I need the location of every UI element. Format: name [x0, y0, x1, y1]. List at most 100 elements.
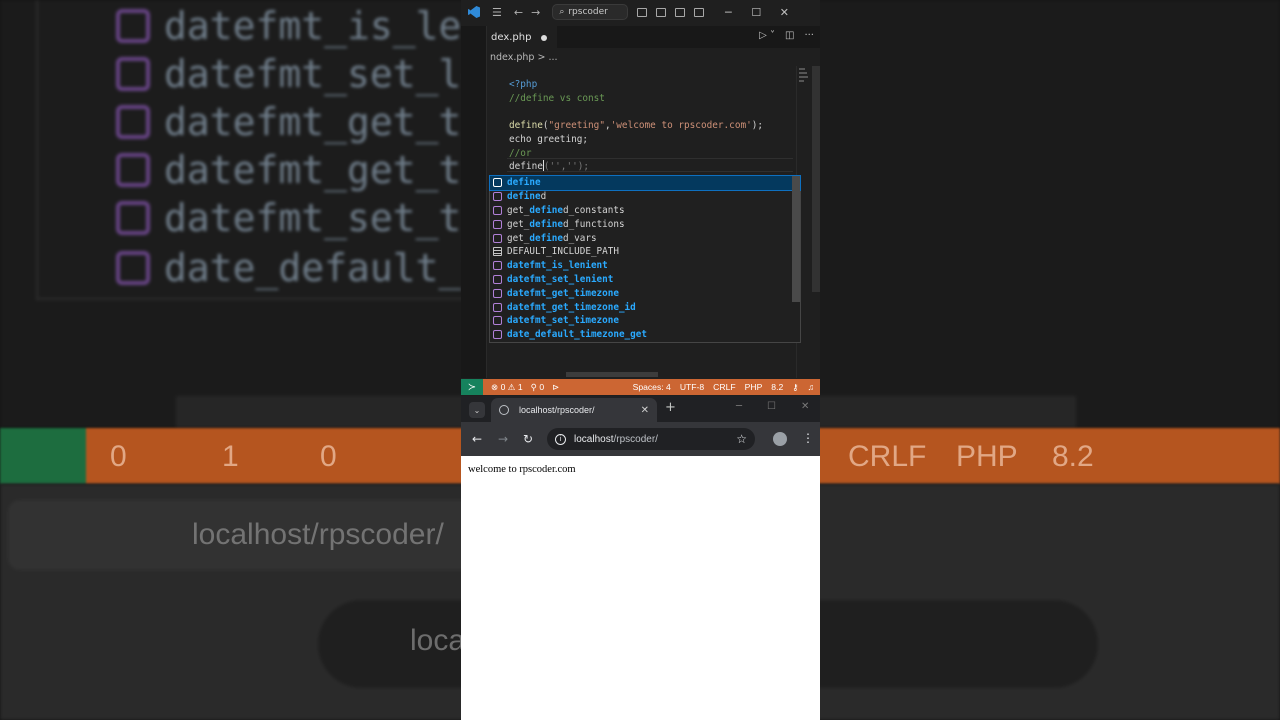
problems-indicator[interactable]: ⊗ 0 ⚠ 1	[491, 382, 523, 393]
url-path: /rpscoder/	[613, 433, 658, 445]
customize-layout-icon[interactable]	[694, 7, 705, 17]
language-status[interactable]: PHP	[745, 382, 763, 393]
suggestion-item[interactable]: DEFAULT_INCLUDE_PATH	[490, 245, 800, 259]
suggestion-item[interactable]: datefmt_set_lenient	[490, 273, 800, 287]
method-icon	[493, 233, 502, 243]
browser-tab[interactable]: localhost/rpscoder/ ✕	[491, 398, 657, 422]
toggle-panel-icon[interactable]	[656, 7, 667, 17]
minimize-icon[interactable]: ─	[714, 6, 742, 19]
comment: //define vs const	[509, 92, 605, 104]
menu-icon[interactable]: ☰	[492, 7, 502, 18]
background-port-count: 0	[320, 440, 337, 473]
suggestion-item[interactable]: date_default_timezone_get	[490, 328, 800, 342]
suggest-scrollbar[interactable]	[792, 176, 800, 302]
background-row: datefmt_is_leni	[116, 2, 507, 50]
back-arrow-icon[interactable]: ←	[514, 7, 523, 18]
code-content[interactable]: <?php //define vs const define("greeting"…	[509, 78, 763, 174]
suggestion-match: datefmt_is_lenient	[507, 260, 608, 272]
chrome-close-icon[interactable]: ✕	[801, 401, 809, 412]
suggestion-item[interactable]: datefmt_get_timezone	[490, 286, 800, 300]
method-icon	[493, 261, 502, 271]
close-icon[interactable]: ✕	[770, 6, 798, 19]
suggestion-match: DEFAULT_INCLUDE_PATH	[507, 246, 619, 258]
suggestion-item[interactable]: datefmt_get_timezone_id	[490, 300, 800, 314]
suggestion-item[interactable]: datefmt_set_timezone	[490, 314, 800, 328]
indentation-status[interactable]: Spaces: 4	[633, 382, 671, 393]
suggestion-post: d_functions	[562, 218, 625, 230]
forward-arrow-icon[interactable]: →	[531, 7, 540, 18]
split-editor-icon[interactable]: ◫	[785, 30, 794, 41]
close-tab-icon[interactable]: ✕	[641, 405, 649, 416]
suggestion-match: define	[507, 177, 541, 189]
background-row: datefmt_get_tim	[116, 98, 507, 146]
typed-text: define	[509, 161, 543, 173]
editor-actions: ▷ ˅ ◫ ···	[759, 30, 814, 41]
debug-icon[interactable]: ⊳	[552, 382, 559, 393]
suggestion-item[interactable]: datefmt_is_lenient	[490, 259, 800, 273]
suggestion-item[interactable]: define	[489, 175, 801, 191]
command-center-search[interactable]: ⌕ rpscoder	[552, 4, 629, 20]
suggestion-match: define	[507, 191, 541, 203]
new-tab-icon[interactable]: +	[665, 400, 676, 415]
method-icon	[493, 178, 502, 188]
method-icon	[116, 201, 150, 235]
bookmark-star-icon[interactable]: ☆	[736, 432, 747, 446]
background-row-text: datefmt_is_leni	[164, 4, 508, 48]
search-icon: ⌕	[559, 7, 565, 17]
tab-search-icon[interactable]: ⌄	[469, 402, 485, 418]
method-icon	[493, 219, 502, 229]
chrome-menu-icon[interactable]: ⋮	[802, 431, 814, 445]
method-icon	[493, 205, 502, 215]
code-line: //define vs const	[509, 92, 763, 106]
key-icon[interactable]: ⚷	[792, 382, 798, 393]
address-bar[interactable]: i localhost/rpscoder/ ☆	[547, 428, 755, 450]
back-icon[interactable]: ←	[472, 432, 482, 446]
eol-status[interactable]: CRLF	[713, 382, 735, 393]
suggestion-item[interactable]: get_ define d_functions	[490, 217, 800, 231]
suggestion-item[interactable]: define d	[490, 190, 800, 204]
ports-indicator[interactable]: ⚲ 0	[531, 382, 544, 393]
horizontal-scrollbar[interactable]	[566, 372, 658, 377]
breadcrumb[interactable]: ndex.php > ...	[490, 52, 558, 63]
run-icon[interactable]: ▷ ˅	[759, 30, 775, 41]
suggestion-pre: get_	[507, 218, 530, 230]
toggle-sidebar-icon[interactable]	[637, 7, 648, 17]
method-icon	[493, 302, 502, 312]
maximize-icon[interactable]: ☐	[742, 6, 770, 19]
suggestion-item[interactable]: get_ define d_vars	[490, 231, 800, 245]
method-icon	[493, 192, 502, 202]
suggestion-match: define	[529, 232, 563, 244]
tab-index-php[interactable]: dex.php	[487, 26, 557, 48]
chrome-minimize-icon[interactable]: ─	[736, 401, 742, 412]
suggestion-item[interactable]: get_ define d_constants	[490, 204, 800, 218]
profile-avatar[interactable]	[773, 432, 787, 446]
site-info-icon[interactable]: i	[555, 433, 566, 445]
minimap-line	[799, 80, 804, 82]
background-error-count: 0	[110, 440, 127, 473]
suggestion-post: d_constants	[562, 204, 625, 216]
port-count: 0	[539, 381, 545, 392]
background-row-text: datefmt_get_tim	[164, 100, 508, 144]
vertical-scrollbar[interactable]	[812, 66, 820, 292]
remote-indicator-icon[interactable]: ≻	[461, 379, 483, 395]
encoding-status[interactable]: UTF-8	[680, 382, 704, 393]
reload-icon[interactable]: ↻	[523, 432, 533, 446]
chrome-maximize-icon[interactable]: ☐	[767, 401, 776, 412]
unsaved-dot-icon[interactable]	[541, 34, 548, 41]
vscode-title-bar: ☰ ← → ⌕ rpscoder ─ ☐ ✕	[461, 0, 820, 24]
constant-icon	[493, 247, 502, 257]
suggestion-match: datefmt_get_timezone	[507, 287, 619, 299]
php-version-status[interactable]: 8.2	[771, 382, 783, 393]
php-open-tag: <?php	[509, 79, 538, 90]
page-output-text: welcome to rpscoder.com	[468, 464, 576, 475]
more-actions-icon[interactable]: ···	[804, 30, 814, 41]
toggle-secondary-sidebar-icon[interactable]	[675, 7, 686, 17]
background-remote	[0, 428, 86, 484]
status-bar: ≻ ⊗ 0 ⚠ 1 ⚲ 0 ⊳ Spaces: 4 UTF-8 CRLF PHP…	[461, 379, 820, 395]
url-host: localhost	[574, 433, 614, 445]
forward-icon[interactable]: →	[498, 432, 508, 446]
notifications-icon[interactable]: ♫	[808, 382, 814, 393]
method-icon	[116, 251, 150, 285]
method-icon	[116, 9, 150, 43]
